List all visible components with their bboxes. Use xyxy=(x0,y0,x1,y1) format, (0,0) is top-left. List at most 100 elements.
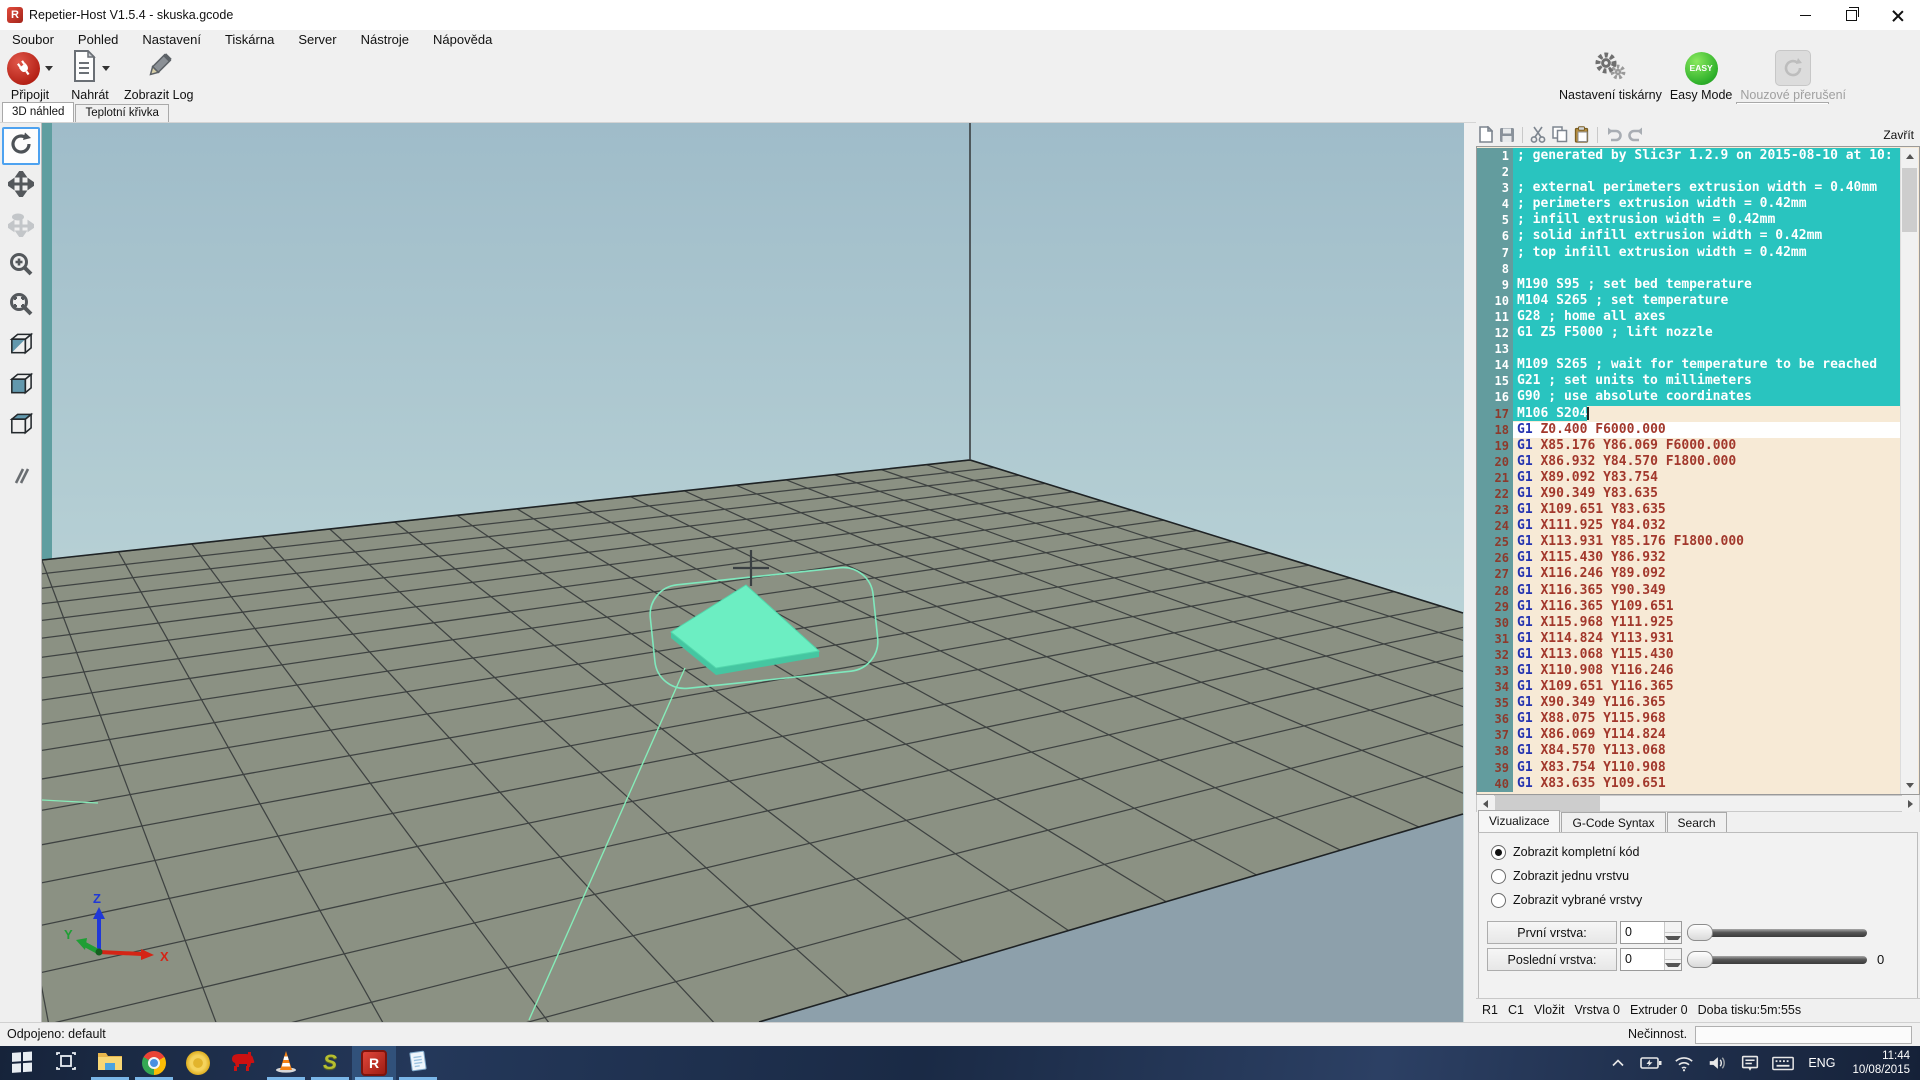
chevron-up-icon[interactable] xyxy=(1606,1051,1630,1075)
first-layer-value[interactable]: 0 xyxy=(1621,922,1664,943)
easy-mode-button[interactable]: EASY Easy Mode xyxy=(1666,48,1737,104)
gcode-line-10[interactable]: 10M104 S265 ; set temperature xyxy=(1477,293,1903,309)
undo-icon[interactable] xyxy=(1605,127,1622,142)
red-dog-app[interactable] xyxy=(220,1046,264,1080)
parallel-projection-tool[interactable] xyxy=(2,459,40,497)
gcode-line-32[interactable]: 32G1 X113.068 Y115.430 xyxy=(1477,647,1903,663)
repetier-host[interactable]: R xyxy=(352,1046,396,1080)
printer-settings-button[interactable]: Nastavení tiskárny xyxy=(1555,48,1666,104)
view-front-tool[interactable] xyxy=(2,367,40,405)
spin-down-icon[interactable] xyxy=(1665,960,1681,970)
gcode-line-31[interactable]: 31G1 X114.824 Y113.931 xyxy=(1477,631,1903,647)
gcode-line-24[interactable]: 24G1 X111.925 Y84.032 xyxy=(1477,518,1903,534)
gcode-line-28[interactable]: 28G1 X116.365 Y90.349 xyxy=(1477,583,1903,599)
viz-tab-vizualizace[interactable]: Vizualizace xyxy=(1478,810,1560,833)
s-app[interactable]: S xyxy=(308,1046,352,1080)
gcode-line-36[interactable]: 36G1 X88.075 Y115.968 xyxy=(1477,711,1903,727)
scroll-down-icon[interactable] xyxy=(1901,777,1918,794)
move-object-tool[interactable] xyxy=(2,167,40,205)
gcode-line-20[interactable]: 20G1 X86.932 Y84.570 F1800.000 xyxy=(1477,454,1903,470)
emergency-stop-button[interactable]: Nouzové přerušení xyxy=(1736,48,1850,104)
volume-icon[interactable] xyxy=(1705,1051,1729,1075)
zoom-in-tool[interactable] xyxy=(2,247,40,285)
gcode-line-4[interactable]: 4; perimeters extrusion width = 0.42mm xyxy=(1477,196,1903,212)
gcode-line-33[interactable]: 33G1 X110.908 Y116.246 xyxy=(1477,663,1903,679)
radio-option-0[interactable]: Zobrazit kompletní kód xyxy=(1491,843,1639,861)
gcode-line-39[interactable]: 39G1 X83.754 Y110.908 xyxy=(1477,760,1903,776)
gcode-line-30[interactable]: 30G1 X115.968 Y111.925 xyxy=(1477,615,1903,631)
save-icon[interactable] xyxy=(1499,127,1515,143)
paste-icon[interactable] xyxy=(1574,126,1590,143)
menu-item-soubor[interactable]: Soubor xyxy=(0,30,66,48)
gcode-line-3[interactable]: 3; external perimeters extrusion width =… xyxy=(1477,180,1903,196)
redo-icon[interactable] xyxy=(1628,127,1645,142)
gcode-line-13[interactable]: 13 xyxy=(1477,341,1903,357)
last-layer-spinner[interactable]: 0 xyxy=(1620,948,1682,971)
connect-dropdown-icon[interactable] xyxy=(45,66,53,71)
first-layer-spinner[interactable]: 0 xyxy=(1620,921,1682,944)
gcode-line-5[interactable]: 5; infill extrusion width = 0.42mm xyxy=(1477,212,1903,228)
rotate-view-tool[interactable] xyxy=(2,127,40,165)
menu-item-pohled[interactable]: Pohled xyxy=(66,30,130,48)
gcode-line-7[interactable]: 7; top infill extrusion width = 0.42mm xyxy=(1477,245,1903,261)
gcode-editor[interactable]: 1; generated by Slic3r 1.2.9 on 2015-08-… xyxy=(1476,146,1920,795)
last-layer-button[interactable]: Poslední vrstva: xyxy=(1487,948,1617,971)
vertical-scroll-thumb[interactable] xyxy=(1902,168,1917,232)
gcode-line-21[interactable]: 21G1 X89.092 Y83.754 xyxy=(1477,470,1903,486)
view-top-tool[interactable] xyxy=(2,407,40,445)
copy-icon[interactable] xyxy=(1552,126,1568,143)
tab-teplotn-k-ivka[interactable]: Teplotní křivka xyxy=(75,104,169,122)
horizontal-scroll-thumb[interactable] xyxy=(1495,796,1600,811)
radio-icon[interactable] xyxy=(1491,869,1506,884)
tab-3d-n-hled[interactable]: 3D náhled xyxy=(2,102,74,122)
gcode-line-2[interactable]: 2 xyxy=(1477,164,1903,180)
last-layer-value[interactable]: 0 xyxy=(1621,949,1664,970)
gcode-line-17[interactable]: 17M106 S204 xyxy=(1477,406,1903,422)
menu-item-server[interactable]: Server xyxy=(286,30,348,48)
start-button[interactable] xyxy=(0,1046,44,1080)
task-view[interactable] xyxy=(44,1046,88,1080)
gcode-line-8[interactable]: 8 xyxy=(1477,261,1903,277)
gcode-line-15[interactable]: 15G21 ; set units to millimeters xyxy=(1477,373,1903,389)
gcode-line-22[interactable]: 22G1 X90.349 Y83.635 xyxy=(1477,486,1903,502)
radio-icon[interactable] xyxy=(1491,893,1506,908)
gcode-line-6[interactable]: 6; solid infill extrusion width = 0.42mm xyxy=(1477,228,1903,244)
menu-item-nástroje[interactable]: Nástroje xyxy=(349,30,421,48)
new-file-icon[interactable] xyxy=(1479,126,1493,143)
chrome[interactable] xyxy=(132,1046,176,1080)
gcode-line-38[interactable]: 38G1 X84.570 Y113.068 xyxy=(1477,743,1903,759)
scroll-up-icon[interactable] xyxy=(1901,148,1918,165)
gcode-line-34[interactable]: 34G1 X109.651 Y116.365 xyxy=(1477,679,1903,695)
spin-up-icon[interactable] xyxy=(1665,949,1681,960)
gcode-line-26[interactable]: 26G1 X115.430 Y86.932 xyxy=(1477,550,1903,566)
last-layer-slider-thumb[interactable] xyxy=(1687,951,1713,968)
gcode-line-16[interactable]: 16G90 ; use absolute coordinates xyxy=(1477,389,1903,405)
close-button[interactable] xyxy=(1874,0,1920,30)
zoom-fit-tool[interactable] xyxy=(2,287,40,325)
gcode-line-1[interactable]: 1; generated by Slic3r 1.2.9 on 2015-08-… xyxy=(1477,148,1903,164)
viz-tab-g-code-syntax[interactable]: G-Code Syntax xyxy=(1561,812,1665,833)
radio-selected-icon[interactable] xyxy=(1491,845,1506,860)
gcode-line-11[interactable]: 11G28 ; home all axes xyxy=(1477,309,1903,325)
gcode-line-19[interactable]: 19G1 X85.176 Y86.069 F6000.000 xyxy=(1477,438,1903,454)
menu-item-nápověda[interactable]: Nápověda xyxy=(421,30,504,48)
yellow-browser[interactable] xyxy=(176,1046,220,1080)
gcode-line-27[interactable]: 27G1 X116.246 Y89.092 xyxy=(1477,566,1903,582)
connect-button[interactable]: Připojit xyxy=(0,48,60,104)
gcode-line-40[interactable]: 40G1 X83.635 Y109.651 xyxy=(1477,776,1903,792)
load-button[interactable]: Nahrát xyxy=(60,48,120,104)
editor-close-button[interactable]: Zavřít xyxy=(1883,128,1914,142)
touch-keyboard-icon[interactable] xyxy=(1771,1051,1795,1075)
wifi-icon[interactable] xyxy=(1672,1051,1696,1075)
move-viewpoint-tool[interactable] xyxy=(2,207,40,245)
first-layer-slider-thumb[interactable] xyxy=(1687,924,1713,941)
view-isometric-tool[interactable] xyxy=(2,327,40,365)
gcode-line-29[interactable]: 29G1 X116.365 Y109.651 xyxy=(1477,599,1903,615)
viz-tab-search[interactable]: Search xyxy=(1667,812,1727,833)
action-center-icon[interactable] xyxy=(1738,1051,1762,1075)
file-explorer[interactable] xyxy=(88,1046,132,1080)
gcode-line-25[interactable]: 25G1 X113.931 Y85.176 F1800.000 xyxy=(1477,534,1903,550)
gcode-line-37[interactable]: 37G1 X86.069 Y114.824 xyxy=(1477,727,1903,743)
radio-option-1[interactable]: Zobrazit jednu vrstvu xyxy=(1491,867,1629,885)
editor-vertical-scrollbar[interactable] xyxy=(1900,148,1918,794)
